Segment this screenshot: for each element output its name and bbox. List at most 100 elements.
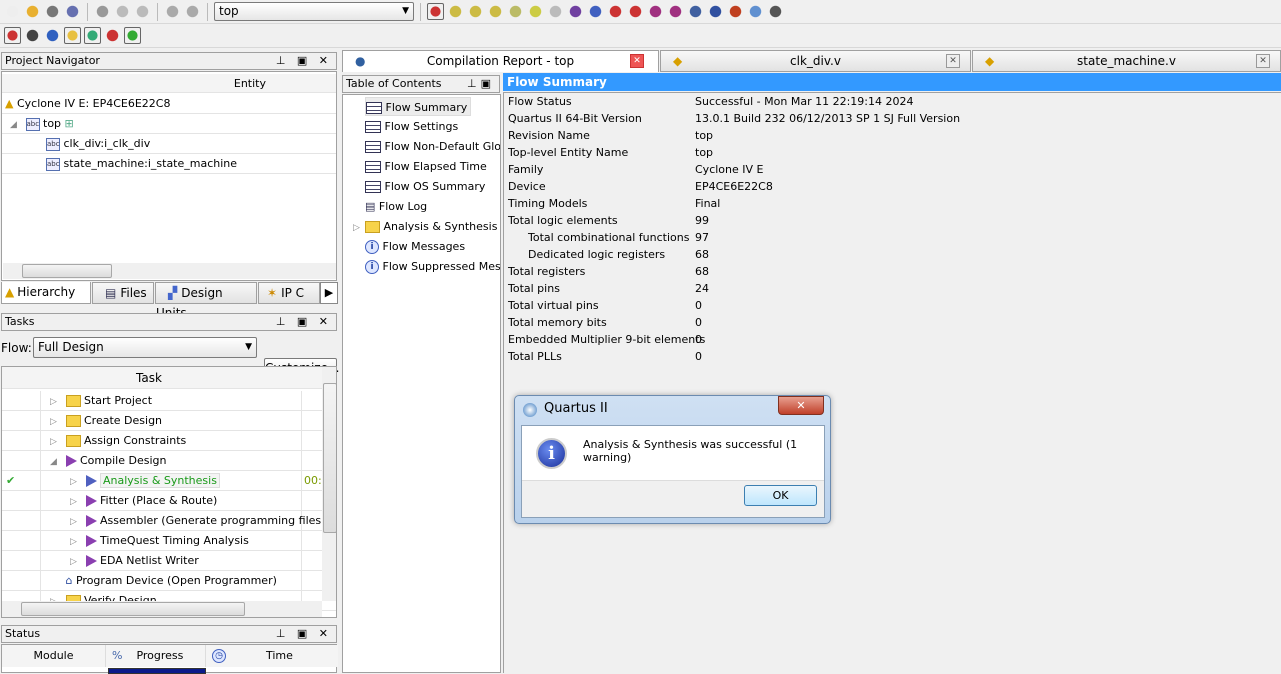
column-module[interactable]: Module [2, 645, 106, 667]
save-all-icon[interactable] [64, 3, 81, 20]
tab-ip-catalog[interactable]: ✶ IP C [258, 282, 320, 304]
horizontal-scrollbar[interactable] [2, 601, 322, 617]
tree-item-state-machine[interactable]: abc state_machine:i_state_machine [2, 154, 336, 174]
timequest-icon[interactable] [607, 3, 624, 20]
tab-files[interactable]: ▤ Files [92, 282, 154, 304]
toc-item[interactable]: ▷ Analysis & Synthesis [353, 217, 497, 236]
close-tab-icon[interactable]: ✕ [630, 54, 644, 68]
task-row[interactable]: ▷ TimeQuest Timing Analysis [2, 531, 336, 551]
compile-check-icon[interactable] [507, 3, 524, 20]
summary-value: 97 [695, 231, 709, 244]
chip-editor-icon[interactable] [687, 3, 704, 20]
new-file-icon[interactable] [4, 3, 21, 20]
assignment-editor-icon[interactable] [467, 3, 484, 20]
pin-planner-icon[interactable] [447, 3, 464, 20]
toolbar-separator [157, 2, 158, 21]
settings-icon[interactable] [487, 3, 504, 20]
toc-item[interactable]: i Flow Suppressed Messages [365, 257, 500, 276]
find-icon[interactable] [24, 27, 41, 44]
start-compilation-icon[interactable] [567, 3, 584, 20]
toggle-1-icon[interactable] [64, 27, 81, 44]
vertical-scrollbar[interactable] [322, 367, 336, 601]
task-row[interactable]: ✔ ▷ Analysis & Synthesis 00: [2, 471, 336, 491]
tab-design-units[interactable]: ▞Design Units [155, 282, 257, 320]
summary-value: EP4CE6E22C8 [695, 180, 773, 193]
entity-column-header[interactable]: Entity [2, 74, 336, 93]
toc-item[interactable]: Flow Settings [365, 117, 458, 136]
stop-icon[interactable] [547, 3, 564, 20]
copy-icon[interactable] [114, 3, 131, 20]
help-icon[interactable] [747, 3, 764, 20]
toc-item[interactable]: Flow OS Summary [365, 177, 485, 196]
chip-planner-icon[interactable] [427, 3, 444, 20]
refresh-icon[interactable] [104, 27, 121, 44]
doc-tab[interactable]: ◆ state_machine.v ✕ [972, 50, 1281, 72]
summary-value: top [695, 129, 714, 142]
task-row[interactable]: ◢ Compile Design [2, 451, 336, 471]
tabs-scroll-right[interactable]: ▶ [320, 282, 338, 304]
redo-icon[interactable] [184, 3, 201, 20]
task-row[interactable]: ▷ EDA Netlist Writer [2, 551, 336, 571]
save-icon[interactable] [44, 3, 61, 20]
task-row[interactable]: ▷ Create Design [2, 411, 336, 431]
tree-item-top[interactable]: ◢ abc top ⊞ [2, 114, 336, 134]
revision-value: top [219, 4, 239, 18]
task-row[interactable]: ▷ Fitter (Place & Route) [2, 491, 336, 511]
analysis-icon[interactable] [527, 3, 544, 20]
technology-viewer-icon[interactable] [667, 3, 684, 20]
entity-label: clk_div:i_clk_div [63, 137, 151, 150]
dialog-close-button[interactable]: ✕ [778, 396, 824, 415]
undo-icon[interactable] [164, 3, 181, 20]
close-tab-icon[interactable]: ✕ [946, 54, 960, 68]
task-row[interactable]: ▷ Assign Constraints [2, 431, 336, 451]
summary-label: Top-level Entity Name [508, 146, 629, 159]
toc-item[interactable]: Flow Elapsed Time [365, 157, 487, 176]
netlist-navigator-icon[interactable] [4, 27, 21, 44]
toc-tree: Flow Summary Flow Settings Flow Non-Defa… [342, 94, 501, 673]
panel-controls[interactable]: ⊥ ▣ ✕ [276, 626, 332, 642]
toc-item[interactable]: Flow Non-Default Global Settings [365, 137, 500, 156]
open-icon[interactable] [24, 3, 41, 20]
toc-item[interactable]: i Flow Messages [365, 237, 465, 256]
tab-hierarchy[interactable]: ▲ Hierarchy [1, 282, 91, 304]
info-icon: i [365, 240, 379, 254]
toc-item[interactable]: Flow Summary [365, 97, 472, 116]
revision-combo[interactable]: top ▼ [214, 2, 414, 21]
cut-icon[interactable] [94, 3, 111, 20]
whats-this-icon[interactable] [767, 3, 784, 20]
task-time: 00: [304, 474, 322, 487]
tree-item-device[interactable]: ▲ Cyclone IV E: EP4CE6E22C8 [2, 94, 336, 114]
summary-label: Total combinational functions [528, 231, 690, 244]
toggle-2-icon[interactable] [84, 27, 101, 44]
task-row[interactable]: ▷ Assembler (Generate programming files) [2, 511, 336, 531]
close-tab-icon[interactable]: ✕ [1256, 54, 1270, 68]
toc-item[interactable]: ▤ Flow Log [365, 197, 427, 216]
paste-icon[interactable] [134, 3, 151, 20]
toc-label: Flow Elapsed Time [384, 160, 487, 173]
task-column-header[interactable]: Task [2, 367, 336, 389]
rtl-viewer-icon[interactable] [647, 3, 664, 20]
task-list: Task ▷ Start Project ▷ Create Design ▷ Ass… [1, 366, 337, 618]
edit-icon[interactable] [44, 27, 61, 44]
panel-controls[interactable]: ⊥ ▣ ✕ [276, 53, 332, 69]
horizontal-scrollbar[interactable] [3, 263, 336, 279]
flow-select[interactable]: Full Design ▼ [33, 337, 257, 358]
doc-tab[interactable]: ◆ clk_div.v ✕ [660, 50, 971, 72]
panel-controls[interactable]: ⊥ ▣ ✕ [276, 314, 332, 330]
doc-tab[interactable]: ● Compilation Report - top ✕ [342, 50, 659, 72]
summary-value: 0 [695, 299, 702, 312]
signaltap-icon[interactable] [727, 3, 744, 20]
column-progress[interactable]: % Progress [106, 645, 206, 667]
summary-label: Total logic elements [508, 214, 618, 227]
tree-item-clk-div[interactable]: abc clk_div:i_clk_div [2, 134, 336, 154]
table-icon [365, 141, 381, 153]
column-time[interactable]: ◷ Time [206, 645, 338, 667]
report-check-icon[interactable] [124, 27, 141, 44]
start-analysis-icon[interactable] [587, 3, 604, 20]
ok-button[interactable]: OK [744, 485, 817, 506]
task-row[interactable]: ⌂ Program Device (Open Programmer) [2, 571, 336, 591]
timequest-alt-icon[interactable] [627, 3, 644, 20]
programmer-icon[interactable] [707, 3, 724, 20]
task-row[interactable]: ▷ Start Project [2, 391, 336, 411]
panel-controls[interactable]: ⊥▣ [467, 76, 495, 92]
